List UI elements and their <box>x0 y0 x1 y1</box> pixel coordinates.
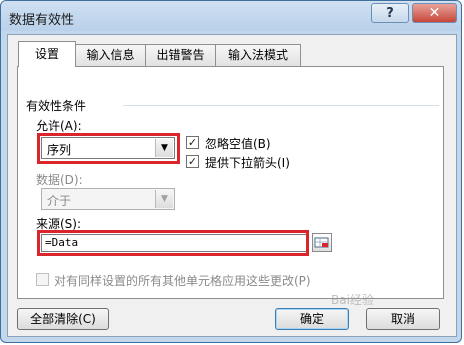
dialog-title: 数据有效性 <box>9 13 75 28</box>
in-cell-dropdown-checkbox[interactable]: ✓ <box>186 155 199 168</box>
tab-ime-mode[interactable]: 输入法模式 <box>215 44 301 66</box>
title-bar[interactable]: 数据有效性 ? ✕ <box>1 1 461 31</box>
source-label: 来源(S): <box>36 217 82 231</box>
in-cell-dropdown-label: 提供下拉箭头(I) <box>205 156 290 170</box>
help-icon: ? <box>386 5 394 21</box>
data-select-value: 介于 <box>47 194 72 208</box>
tab-input-message[interactable]: 输入信息 <box>75 44 146 66</box>
range-select-button[interactable] <box>312 233 332 252</box>
group-divider <box>123 105 439 106</box>
apply-all-checkbox[interactable] <box>36 273 49 286</box>
allow-select[interactable]: 序列 ▼ <box>41 137 175 159</box>
clear-all-button[interactable]: 全部清除(C) <box>17 308 109 330</box>
chevron-down-icon: ▼ <box>155 190 173 208</box>
data-label: 数据(D): <box>36 173 83 187</box>
ignore-blank-checkbox[interactable]: ✓ <box>186 136 199 149</box>
cancel-button[interactable]: 取消 <box>366 308 440 330</box>
allow-select-value: 序列 <box>47 143 72 157</box>
apply-all-label: 对有同样设置的所有其他单元格应用这些更改(P) <box>54 274 311 288</box>
help-button[interactable]: ? <box>371 3 409 23</box>
dialog-body: 设置 输入信息 出错警告 输入法模式 有效性条件 允许(A): 序列 ▼ ✓ 忽… <box>7 34 457 337</box>
validation-criteria-heading: 有效性条件 <box>26 99 87 113</box>
data-select: 介于 ▼ <box>41 188 175 210</box>
range-picker-icon <box>314 237 329 248</box>
allow-label: 允许(A): <box>36 119 82 133</box>
tab-settings[interactable]: 设置 <box>18 41 76 67</box>
close-icon: ✕ <box>428 5 441 21</box>
settings-panel: 有效性条件 允许(A): 序列 ▼ ✓ 忽略空值(B) ✓ 提供下拉箭头(I) … <box>17 66 444 299</box>
ignore-blank-label: 忽略空值(B) <box>205 137 271 151</box>
data-validation-dialog: 数据有效性 ? ✕ 设置 输入信息 出错警告 输入法模式 有效性条件 允许(A)… <box>0 0 462 343</box>
tab-error-alert[interactable]: 出错警告 <box>145 44 216 66</box>
chevron-down-icon[interactable]: ▼ <box>155 139 173 157</box>
close-button[interactable]: ✕ <box>412 3 457 23</box>
watermark: Bai经验 <box>331 293 374 307</box>
ok-button[interactable]: 确定 <box>275 308 349 330</box>
source-input[interactable]: =Data <box>41 234 307 252</box>
